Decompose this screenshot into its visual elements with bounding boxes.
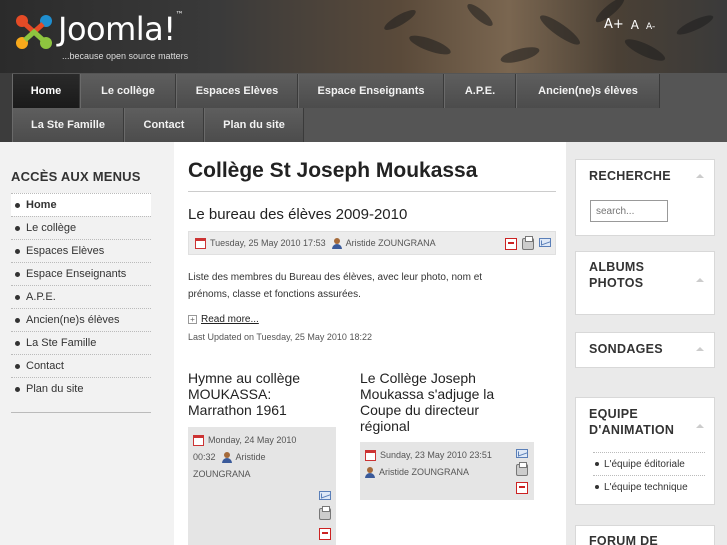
calendar-icon bbox=[193, 435, 204, 447]
nav-item-espaces-eleves[interactable]: Espaces Elèves bbox=[176, 74, 298, 108]
forum-module: FORUM DE bbox=[575, 525, 715, 545]
nav-item-anciens-eleves[interactable]: Ancien(ne)s élèves bbox=[516, 74, 660, 108]
polls-module-title: SONDAGES bbox=[589, 342, 663, 356]
team-link-editorial[interactable]: L'équipe éditoriale bbox=[593, 452, 705, 475]
albums-module: ALBUMS PHOTOS bbox=[575, 251, 715, 315]
nav-item-espace-enseignants[interactable]: Espace Enseignants bbox=[298, 74, 444, 108]
email-icon[interactable] bbox=[539, 238, 551, 247]
font-smaller-button[interactable]: A- bbox=[646, 22, 655, 32]
bullet-icon bbox=[15, 225, 20, 231]
article-intro: Liste des membres du Bureau des élèves, … bbox=[188, 272, 483, 300]
right-sidebar: RECHERCHE ALBUMS PHOTOS SONDAGES EQUIPE … bbox=[566, 142, 727, 545]
header-leaves-decoration bbox=[384, 0, 714, 63]
nav-item-ape[interactable]: A.P.E. bbox=[444, 74, 516, 108]
page-title: Collège St Joseph Moukassa bbox=[188, 159, 478, 182]
search-input[interactable] bbox=[590, 200, 668, 222]
side-menu-item-le-college[interactable]: Le collège bbox=[11, 216, 151, 239]
menu-module-title: ACCÈS AUX MENUS bbox=[11, 169, 141, 184]
last-updated: Last Updated on Tuesday, 25 May 2010 18:… bbox=[188, 332, 372, 342]
bullet-icon bbox=[15, 317, 20, 323]
author-icon bbox=[365, 467, 375, 479]
font-size-controls: A+ A A- bbox=[604, 17, 655, 32]
author-icon bbox=[221, 452, 232, 464]
email-icon[interactable] bbox=[319, 491, 331, 500]
team-module-title: EQUIPE D'ANIMATION bbox=[589, 407, 675, 437]
bullet-icon bbox=[15, 386, 20, 392]
polls-module: SONDAGES bbox=[575, 332, 715, 368]
search-module-title: RECHERCHE bbox=[589, 169, 671, 183]
font-bigger-button[interactable]: A+ bbox=[604, 17, 624, 32]
team-module: EQUIPE D'ANIMATION L'équipe éditoriale L… bbox=[575, 397, 715, 505]
col2-article-title[interactable]: Le Collège Joseph Moukassa s'adjuge la C… bbox=[360, 370, 494, 434]
col2-article-meta: Sunday, 23 May 2010 23:51 Aristide ZOUNG… bbox=[360, 442, 534, 500]
search-module: RECHERCHE bbox=[575, 159, 715, 236]
article-title[interactable]: Le bureau des élèves 2009-2010 bbox=[188, 206, 407, 223]
forum-module-title: FORUM DE bbox=[589, 534, 659, 545]
font-reset-button[interactable]: A bbox=[631, 18, 639, 32]
nav-item-ste-famille[interactable]: La Ste Famille bbox=[12, 108, 124, 142]
nav-item-plan-du-site[interactable]: Plan du site bbox=[204, 108, 304, 142]
side-menu-item-home[interactable]: Home bbox=[11, 193, 151, 216]
bullet-icon bbox=[595, 462, 599, 466]
email-icon[interactable] bbox=[516, 449, 528, 458]
logo-trademark: ™ bbox=[175, 10, 184, 19]
print-icon[interactable] bbox=[516, 462, 528, 476]
sidebar-divider bbox=[11, 412, 151, 413]
nav-item-contact[interactable]: Contact bbox=[124, 108, 204, 142]
team-link-technical[interactable]: L'équipe technique bbox=[593, 475, 705, 498]
bullet-icon bbox=[15, 294, 20, 300]
col1-article-title[interactable]: Hymne au collège MOUKASSA: Marrathon 196… bbox=[188, 370, 300, 418]
nav-item-le-college[interactable]: Le collège bbox=[80, 74, 176, 108]
side-menu-item-espace-enseignants[interactable]: Espace Enseignants bbox=[11, 262, 151, 285]
side-menu: Home Le collège Espaces Elèves Espace En… bbox=[11, 193, 151, 400]
article-author: Aristide ZOUNGRANA bbox=[345, 238, 436, 248]
calendar-icon bbox=[365, 450, 376, 462]
main-navigation: Home Le collège Espaces Elèves Espace En… bbox=[0, 73, 727, 142]
nav-item-home[interactable]: Home bbox=[12, 74, 80, 108]
author-icon bbox=[331, 238, 342, 250]
side-menu-item-contact[interactable]: Contact bbox=[11, 354, 151, 377]
title-divider bbox=[188, 191, 556, 192]
bullet-icon bbox=[15, 363, 20, 369]
side-menu-item-anciens-eleves[interactable]: Ancien(ne)s élèves bbox=[11, 308, 151, 331]
print-icon[interactable] bbox=[319, 506, 331, 520]
collapse-icon[interactable] bbox=[696, 424, 704, 428]
side-menu-item-plan-du-site[interactable]: Plan du site bbox=[11, 377, 151, 400]
left-sidebar: ACCÈS AUX MENUS Home Le collège Espaces … bbox=[0, 142, 174, 545]
article-meta: Tuesday, 25 May 2010 17:53 Aristide ZOUNG… bbox=[188, 231, 556, 255]
bullet-icon bbox=[15, 248, 20, 254]
bullet-icon bbox=[15, 271, 20, 277]
calendar-icon bbox=[195, 238, 206, 250]
site-header: Joomla!™ ...because open source matters … bbox=[0, 0, 727, 73]
side-menu-item-ste-famille[interactable]: La Ste Famille bbox=[11, 331, 151, 354]
pdf-icon[interactable] bbox=[505, 238, 517, 250]
logo-tagline: ...because open source matters bbox=[62, 51, 189, 61]
collapse-icon[interactable] bbox=[696, 174, 704, 178]
collapse-icon[interactable] bbox=[696, 278, 704, 282]
joomla-logo-icon[interactable] bbox=[13, 12, 55, 52]
logo-text[interactable]: Joomla!™ bbox=[58, 10, 184, 48]
pdf-icon[interactable] bbox=[319, 528, 331, 540]
collapse-icon[interactable] bbox=[696, 347, 704, 351]
read-more-link[interactable]: + Read more... bbox=[188, 314, 259, 325]
bullet-icon bbox=[15, 202, 20, 208]
team-links: L'équipe éditoriale L'équipe technique bbox=[593, 452, 705, 498]
albums-module-title: ALBUMS PHOTOS bbox=[589, 260, 645, 290]
pdf-icon[interactable] bbox=[516, 482, 528, 494]
col1-article-meta: Monday, 24 May 2010 00:32 Aristide ZOUNGR… bbox=[188, 427, 336, 545]
print-icon[interactable] bbox=[522, 236, 534, 250]
side-menu-item-ape[interactable]: A.P.E. bbox=[11, 285, 151, 308]
bullet-icon bbox=[15, 340, 20, 346]
nav-inner: Home Le collège Espaces Elèves Espace En… bbox=[12, 73, 727, 142]
bullet-icon bbox=[595, 485, 599, 489]
side-menu-item-espaces-eleves[interactable]: Espaces Elèves bbox=[11, 239, 151, 262]
article-date: Tuesday, 25 May 2010 17:53 bbox=[210, 238, 326, 248]
expand-icon: + bbox=[188, 315, 197, 324]
